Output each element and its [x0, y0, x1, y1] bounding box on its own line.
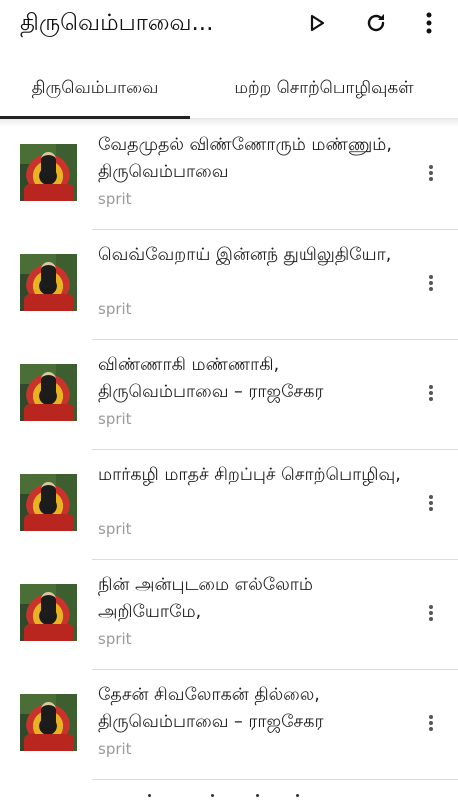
- track-title: தேசன் சிவலோகன் தில்லை, திருவெம்பாவை – ரா…: [98, 685, 324, 732]
- tab-thiruvempavai[interactable]: திருவெம்பாவை: [0, 60, 190, 119]
- list-item[interactable]: வேதமுதல் விண்ணோரும் மண்ணும், திருவெம்பாவ…: [0, 120, 458, 230]
- track-subtitle: sprit: [98, 410, 132, 428]
- track-thumbnail: [20, 584, 77, 641]
- more-vert-icon: [429, 715, 433, 731]
- track-thumbnail: [20, 694, 77, 751]
- more-vert-icon: [429, 275, 433, 291]
- play-button[interactable]: [300, 6, 334, 40]
- track-subtitle: sprit: [98, 740, 132, 758]
- track-subtitle: sprit: [98, 520, 132, 538]
- track-thumbnail: [20, 254, 77, 311]
- track-title: மார்கழி மாதச் சிறப்புச் சொற்பொழிவு,: [98, 465, 401, 485]
- more-vert-icon: [429, 495, 433, 511]
- more-vert-icon: [429, 605, 433, 621]
- item-more-button[interactable]: [420, 490, 442, 516]
- list-item[interactable]: மார்கழி மாதச் சிறப்புச் சொற்பொழிவு, spri…: [0, 450, 458, 560]
- track-subtitle: sprit: [98, 300, 132, 318]
- more-vert-icon: [429, 385, 433, 401]
- app-title: திருவெம்பாவை...: [20, 10, 214, 36]
- tab-bar: திருவெம்பாவை மற்ற சொற்பொழிவுகள்: [0, 60, 458, 119]
- track-title: வெவ்வேறாய் இன்னந் துயிலுதியோ,: [98, 245, 392, 265]
- track-subtitle: sprit: [98, 630, 132, 648]
- more-vert-icon: [429, 165, 433, 181]
- more-vert-icon: [426, 12, 432, 34]
- track-thumbnail: [20, 364, 77, 421]
- item-more-button[interactable]: [420, 270, 442, 296]
- list-item[interactable]: நின் அன்புடமை எல்லோம் அறியோமே, sprit: [0, 560, 458, 670]
- track-thumbnail: [20, 144, 77, 201]
- tab-other-discourses[interactable]: மற்ற சொற்பொழிவுகள்: [190, 60, 458, 118]
- overflow-menu-button[interactable]: [412, 6, 446, 40]
- list-item[interactable]: வெவ்வேறாய் இன்னந் துயிலுதியோ, sprit: [0, 230, 458, 340]
- item-more-button[interactable]: [420, 600, 442, 626]
- track-title: வேதமுதல் விண்ணோரும் மண்ணும், திருவெம்பாவ…: [98, 135, 392, 182]
- item-more-button[interactable]: [420, 380, 442, 406]
- next-item-partial: [96, 790, 396, 800]
- track-list: வேதமுதல் விண்ணோரும் மண்ணும், திருவெம்பாவ…: [0, 120, 458, 780]
- track-title: விண்ணாகி மண்ணாகி, திருவெம்பாவை – ராஜசேகர: [98, 355, 324, 402]
- list-item[interactable]: விண்ணாகி மண்ணாகி, திருவெம்பாவை – ராஜசேகர…: [0, 340, 458, 450]
- track-subtitle: sprit: [98, 190, 132, 208]
- app-bar: திருவெம்பாவை...: [0, 0, 458, 46]
- track-thumbnail: [20, 474, 77, 531]
- item-more-button[interactable]: [420, 160, 442, 186]
- track-title: நின் அன்புடமை எல்லோம் அறியோமே,: [98, 575, 313, 622]
- refresh-button[interactable]: [359, 6, 393, 40]
- item-more-button[interactable]: [420, 710, 442, 736]
- play-icon: [310, 14, 325, 32]
- refresh-icon: [367, 14, 385, 32]
- list-item[interactable]: தேசன் சிவலோகன் தில்லை, திருவெம்பாவை – ரா…: [0, 670, 458, 780]
